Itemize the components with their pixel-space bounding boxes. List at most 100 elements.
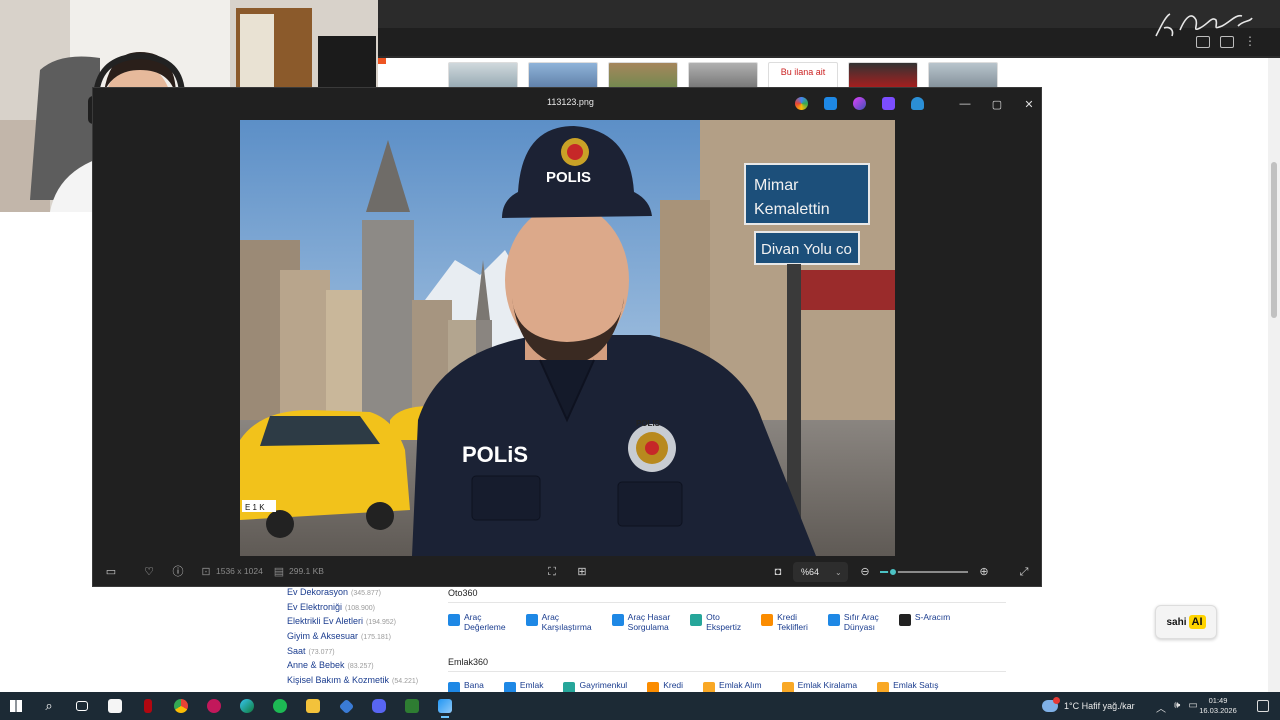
oto360-services: Araç Değerleme Araç Karşılaştırma Araç Has… [448,612,950,632]
service-label: Emlak [519,680,544,690]
close-icon[interactable]: ✕ [1013,94,1045,114]
category-count: (54.221) [392,678,419,686]
menu-icon[interactable]: ⋮ [1244,35,1258,48]
crop-icon[interactable]: ⛶ [546,566,558,578]
minimize-icon[interactable]: — [949,94,981,114]
search-doc-icon [690,614,703,626]
terminal-icon[interactable] [400,695,424,717]
zoom-slider[interactable] [880,567,968,577]
service-label: Sıfır Araç Dünyası [843,612,879,632]
copilot-icon[interactable] [795,97,808,110]
category-link[interactable]: Kişisel Bakım & Kozmetik (54.221) [287,673,437,688]
svg-text:POLiS: POLiS [462,442,528,467]
onedrive-icon[interactable] [911,97,924,110]
opera-icon[interactable] [202,695,226,717]
file-size: 299.1 KB [289,566,324,576]
info-icon[interactable]: ⓘ [172,566,184,578]
percent-icon [761,614,774,626]
store-icon[interactable] [103,695,127,717]
task-view-icon[interactable] [70,695,94,717]
edit-icon[interactable] [824,97,837,110]
category-label: Ev Elektroniği [287,601,343,612]
browser-toolbar [378,28,1280,56]
category-link[interactable]: Ev Dekorasyon (345.877) [287,585,437,600]
category-link[interactable]: Saat (73.077) [287,644,437,659]
netflix-icon[interactable] [136,695,160,717]
window-controls: — ▢ ✕ [949,94,1045,114]
viewer-titlebar[interactable]: 113123.png — ▢ ✕ [93,88,1041,120]
spotify-icon[interactable] [268,695,292,717]
visual-search-icon[interactable]: ⊞ [576,566,588,578]
edge-icon[interactable] [235,695,259,717]
clipchamp-icon[interactable] [882,97,895,110]
discord-icon[interactable] [367,695,391,717]
service-label: Oto Ekspertiz [706,612,742,632]
zoom-slider-knob[interactable] [888,567,899,577]
page-scrollbar[interactable] [1268,58,1280,692]
category-count: (194.952) [366,619,396,627]
category-count: (108.900) [345,604,375,612]
service-link[interactable]: Araç Değerleme [448,612,506,632]
sahi-ai-button[interactable]: sahi AI [1155,605,1217,639]
notifications-icon[interactable] [1257,700,1269,712]
image-dimensions: 1536 x 1024 [216,566,263,576]
service-link[interactable]: Kredi Teklifleri [761,612,808,632]
service-link[interactable]: S-Aracım [898,612,950,626]
category-label: Giyim & Aksesuar [287,631,359,642]
windows-taskbar: ⌕ 1°C Hafif yağ./kar ︿ 🕪 ▭ 01:49 16.03.2… [0,692,1280,720]
category-link[interactable]: Ev Elektroniği (108.900) [287,600,437,615]
fit-to-window-icon[interactable]: ◘ [772,566,784,578]
category-link[interactable]: Elektrikli Ev Aletleri (194.952) [287,614,437,629]
taskbar-apps: ⌕ [4,695,457,718]
weather-widget[interactable]: 1°C Hafif yağ./kar [1042,692,1135,720]
profile-icon[interactable] [1220,36,1234,48]
sahi-label: sahi [1166,616,1187,628]
service-label: Araç Karşılaştırma [541,612,592,632]
category-list: Ev Dekorasyon (345.877) Ev Elektroniği (108… [287,585,437,688]
photo-canvas[interactable]: E 1 K Mimar Kemalettin Divan Yolu co POL… [240,120,895,556]
svg-text:POLIS: POLIS [546,169,591,186]
category-count: (345.877) [351,590,381,597]
speaker-icon[interactable]: 🕪 [1174,700,1180,715]
filmstrip-icon[interactable]: ▭ [105,566,117,578]
category-link[interactable]: Anne & Bebek (83.257) [287,658,437,673]
service-link[interactable]: Araç Hasar Sorgulama [611,612,670,632]
viewer-toolbar: ▭ ♡ ⓘ ⊡ 1536 x 1024 ▤ 299.1 KB ⛶ ⊞ ◘ %64… [93,558,1041,586]
service-label: Emlak Satış [893,680,939,690]
service-link[interactable]: Araç Karşılaştırma [525,612,592,632]
scrollbar-thumb[interactable] [1271,162,1277,318]
weather-text: 1°C Hafif yağ./kar [1064,701,1135,711]
extension-icon[interactable] [1196,36,1210,48]
clock-time: 01:49 [1208,696,1228,705]
start-icon[interactable] [4,695,28,717]
maximize-icon[interactable]: ▢ [981,94,1013,114]
chrome-icon[interactable] [169,695,193,717]
service-link[interactable]: Sıfır Araç Dünyası [827,612,879,632]
photos-icon[interactable] [433,695,457,718]
service-link[interactable]: Oto Ekspertiz [690,612,741,632]
emlak360-title: Emlak360 [448,657,489,667]
designer-icon[interactable] [853,97,866,110]
fullscreen-icon[interactable]: ⤢ [1018,566,1030,578]
file-explorer-icon[interactable] [301,695,325,717]
zoom-out-icon[interactable]: ⊖ [859,566,871,578]
chart-icon [448,614,460,626]
search-icon[interactable]: ⌕ [37,695,61,717]
zoom-dropdown[interactable]: %64 ⌄ [793,562,848,582]
app-icon[interactable] [334,695,358,717]
category-count: (175.181) [361,634,391,642]
swap-icon [525,614,538,626]
svg-text:Divan Yolu co: Divan Yolu co [761,241,852,258]
network-icon[interactable]: ▭ [1188,700,1197,715]
chevron-up-icon[interactable]: ︿ [1156,700,1166,715]
service-label: Emlak Kiralama [797,680,858,690]
category-label: Kişisel Bakım & Kozmetik [287,675,390,686]
divider [448,602,1006,603]
divider [448,671,1006,672]
category-link[interactable]: Giyim & Aksesuar (175.181) [287,629,437,644]
clock[interactable]: 01:49 16.03.2026 [1198,696,1238,716]
zoom-in-icon[interactable]: ⊕ [978,566,990,578]
service-label: Bana [464,680,484,690]
favorite-icon[interactable]: ♡ [143,566,155,578]
category-label: Elektrikli Ev Aletleri [287,616,364,627]
